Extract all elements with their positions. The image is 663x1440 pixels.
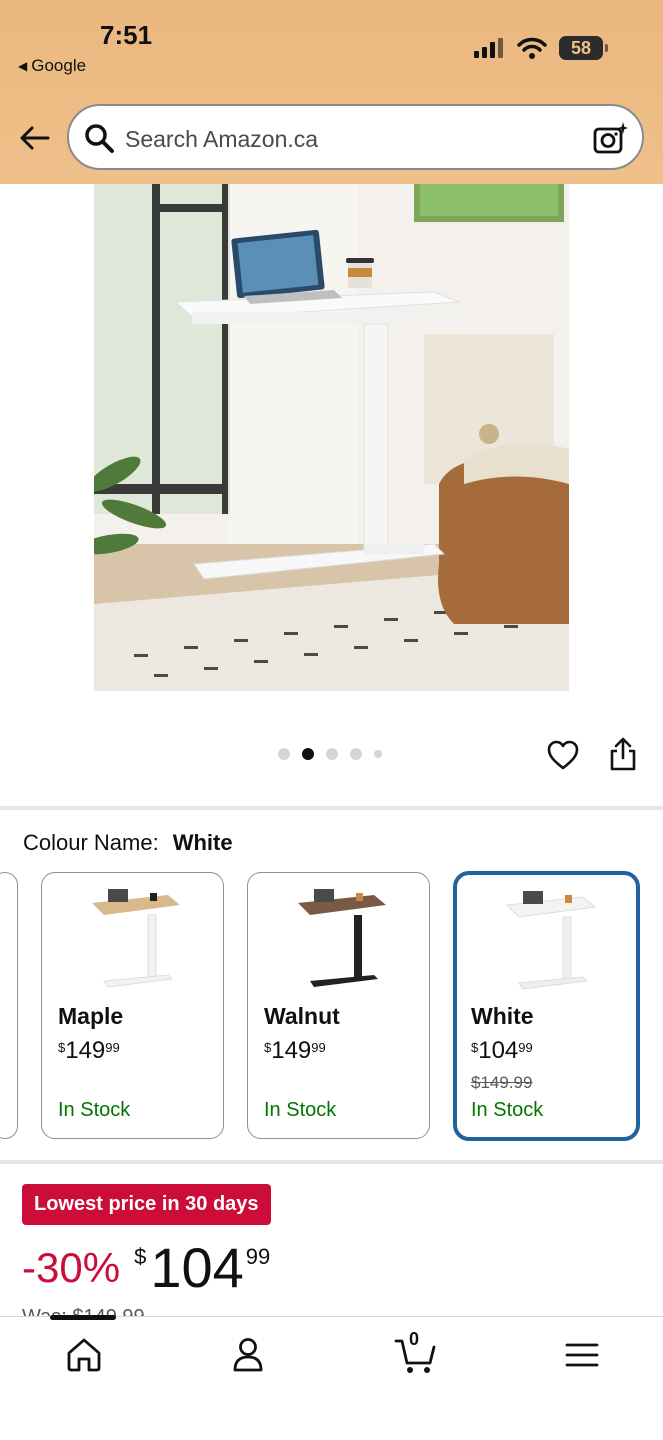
swatch-was-price: $149.99: [471, 1073, 533, 1092]
price-fraction: 99: [245, 1244, 271, 1269]
battery-icon: 58: [559, 36, 608, 60]
section-divider: [0, 806, 663, 810]
colour-name-row: Colour Name: White: [23, 830, 233, 856]
price-whole: 104: [150, 1236, 244, 1299]
back-triangle-icon: ◀: [18, 59, 28, 73]
search-input[interactable]: [125, 124, 565, 154]
account-icon[interactable]: [228, 1335, 268, 1375]
cart-button[interactable]: 0: [394, 1329, 438, 1375]
back-to-app-link[interactable]: ◀ Google: [18, 56, 86, 76]
colour-label: Colour Name:: [23, 830, 159, 855]
swatch-name: White: [471, 1003, 534, 1029]
camera-search-icon[interactable]: [592, 120, 628, 156]
home-icon[interactable]: [64, 1335, 104, 1375]
active-tab-indicator: [50, 1315, 116, 1320]
discount-percent: -30%: [22, 1244, 121, 1291]
swatch-price: $14999: [264, 1037, 326, 1064]
status-time: 7:51: [100, 20, 153, 50]
wifi-icon: [517, 37, 547, 59]
carousel-dot-active[interactable]: [302, 748, 314, 760]
colour-swatch-white[interactable]: White $10499 $149.99 In Stock: [453, 871, 640, 1141]
colour-swatch-walnut[interactable]: Walnut $14999 In Stock: [247, 872, 430, 1139]
signal-icon: [474, 38, 503, 58]
swatch-price: $14999: [58, 1037, 120, 1064]
swatch-name: Maple: [58, 1003, 124, 1029]
current-price: $ 104 99: [134, 1236, 270, 1300]
swatch-stock: In Stock: [264, 1099, 337, 1121]
product-image[interactable]: [94, 184, 569, 691]
search-bar[interactable]: [67, 104, 644, 170]
swatch-thumbnail: [298, 889, 386, 987]
status-indicators: 58: [473, 36, 608, 60]
swatch-name: Walnut: [264, 1003, 340, 1029]
bottom-navigation: 0: [0, 1315, 663, 1440]
search-icon: [85, 124, 114, 153]
menu-icon[interactable]: [562, 1335, 602, 1375]
carousel-dot[interactable]: [278, 748, 290, 760]
colour-value: White: [172, 830, 233, 855]
price-currency: $: [134, 1244, 147, 1269]
swatch-stock: In Stock: [471, 1099, 544, 1121]
price-row: -30% $ 104 99: [22, 1236, 270, 1300]
back-app-label: Google: [31, 56, 87, 75]
swatch-stock: In Stock: [58, 1099, 131, 1121]
section-divider: [0, 1160, 663, 1164]
image-carousel-dots[interactable]: [278, 748, 382, 760]
back-arrow-icon[interactable]: [18, 120, 50, 156]
carousel-dot[interactable]: [350, 748, 362, 760]
swatch-thumbnail: [505, 891, 597, 990]
app-header: 7:51 ◀ Google 58: [0, 0, 663, 184]
swatch-price: $10499: [471, 1037, 533, 1064]
carousel-dot[interactable]: [326, 748, 338, 760]
standing-desk-photo: [94, 184, 569, 691]
share-icon[interactable]: [608, 736, 638, 772]
swatch-thumbnail: [92, 889, 180, 988]
wishlist-heart-icon[interactable]: [546, 738, 580, 772]
cart-count: 0: [409, 1329, 420, 1349]
carousel-dot[interactable]: [374, 750, 382, 758]
colour-swatch-maple[interactable]: Maple $14999 In Stock: [41, 872, 224, 1139]
lowest-price-badge: Lowest price in 30 days: [22, 1184, 271, 1225]
colour-swatch-partial[interactable]: [0, 872, 18, 1139]
